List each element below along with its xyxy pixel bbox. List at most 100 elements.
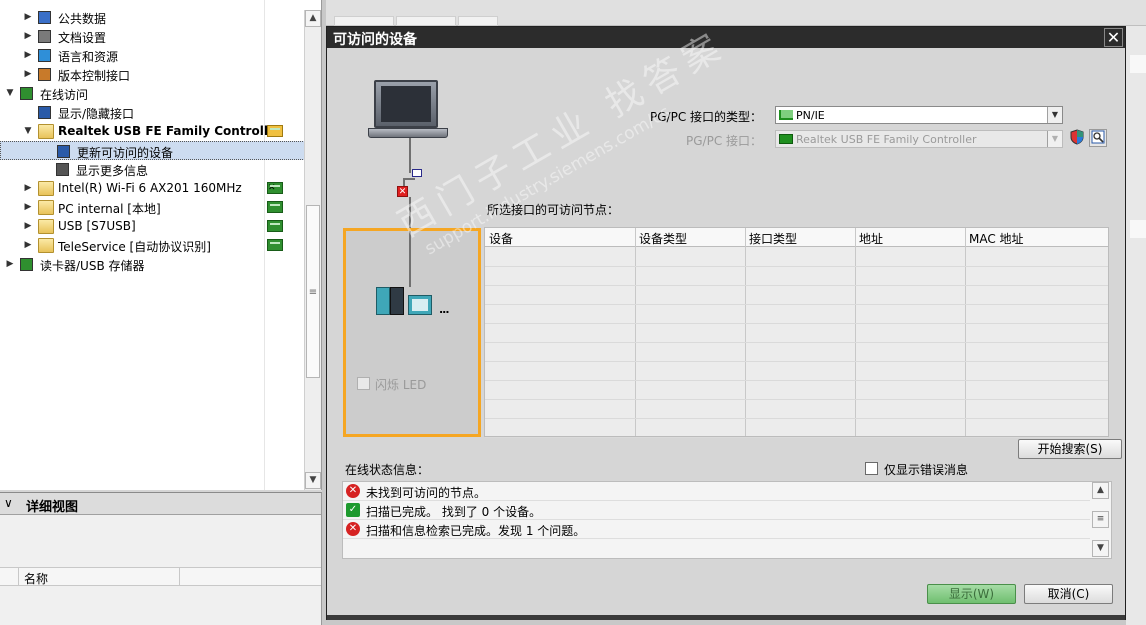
- table-column-header[interactable]: 设备: [489, 230, 513, 247]
- status-message-list[interactable]: ✕ 未找到可访问的节点。 ✓ 扫描已完成。 找到了 0 个设备。 ✕ 扫描和信息检索已完成…: [342, 481, 1112, 559]
- network-card-icon: [267, 201, 283, 213]
- table-column-header[interactable]: 设备类型: [639, 230, 687, 247]
- dialog-title-bar[interactable]: 可访问的设备 ✕: [327, 27, 1125, 48]
- wrench-icon: [38, 106, 51, 119]
- chevron-right-icon[interactable]: ▶: [22, 68, 34, 80]
- network-card-icon: [267, 220, 283, 232]
- pgpc-interface-label: PG/PC 接口：: [686, 134, 763, 148]
- tree-item[interactable]: ▶ 公共数据: [0, 8, 305, 27]
- tree-item[interactable]: ▶ 语言和资源: [0, 46, 305, 65]
- chevron-down-icon[interactable]: ▼: [4, 87, 16, 99]
- show-errors-only-checkbox[interactable]: [865, 462, 878, 475]
- plc-cpu-icon: [390, 287, 404, 315]
- status-message[interactable]: ✕ 扫描和信息检索已完成。发现 1 个问题。: [343, 520, 1090, 539]
- tree-item[interactable]: ▶ 读卡器/USB 存储器: [0, 255, 305, 274]
- pgpc-interface-type-label: PG/PC 接口的类型：: [650, 110, 763, 124]
- pgpc-interface-value: Realtek USB FE Family Controller: [796, 133, 977, 146]
- tree-item[interactable]: ▶ PC internal [本地]: [0, 198, 305, 217]
- table-column-header[interactable]: 地址: [859, 230, 883, 247]
- accessible-devices-dialog: 可访问的设备 ✕ ✕ ... 闪烁 LED PG/PC 接口的类型： PN/IE…: [326, 24, 1126, 620]
- tree-item[interactable]: ▶ TeleService [自动协议识别]: [0, 236, 305, 255]
- network-topology: ✕ ... 闪烁 LED: [341, 75, 501, 440]
- scroll-thumb[interactable]: ≡: [306, 205, 320, 378]
- chevron-down-icon[interactable]: ∨: [4, 496, 13, 510]
- status-scrollbar[interactable]: ▲ ≡ ▼: [1091, 482, 1111, 558]
- tree-item[interactable]: 更新可访问的设备: [0, 141, 305, 160]
- shield-icon[interactable]: [1068, 129, 1086, 147]
- tree-item[interactable]: ▼ 在线访问: [0, 84, 305, 103]
- hmi-panel-icon: [408, 295, 432, 315]
- tree-item[interactable]: ▶ USB [S7USB]: [0, 217, 305, 236]
- table-column-separator: [965, 228, 966, 436]
- flash-led-label: 闪烁 LED: [375, 378, 427, 392]
- tree-item[interactable]: 显示/隐藏接口: [0, 103, 305, 122]
- tree-item[interactable]: ▶ 版本控制接口: [0, 65, 305, 84]
- tree-item-label: Realtek USB FE Family Controller: [58, 124, 283, 138]
- chevron-right-icon[interactable]: ▶: [22, 201, 34, 213]
- close-icon[interactable]: ✕: [1104, 28, 1123, 47]
- table-row: [485, 380, 1108, 381]
- tree-item-label: 显示/隐藏接口: [58, 107, 135, 121]
- chevron-right-icon[interactable]: ▶: [22, 182, 34, 194]
- network-cable: [409, 231, 411, 287]
- details-table-header: 名称: [0, 567, 321, 586]
- scroll-thumb[interactable]: ≡: [1092, 511, 1109, 528]
- pgpc-interface-type-select[interactable]: PN/IE ▼: [775, 106, 1063, 124]
- tree-item[interactable]: 显示更多信息: [0, 160, 305, 179]
- folder-icon: [38, 238, 54, 253]
- table-row: [485, 266, 1108, 267]
- details-view-header[interactable]: ∨ 详细视图: [0, 493, 321, 515]
- update-devices-icon: [57, 145, 70, 158]
- column-header-name[interactable]: 名称: [24, 570, 48, 587]
- status-message[interactable]: ✓ 扫描已完成。 找到了 0 个设备。: [343, 501, 1090, 520]
- scroll-up-button[interactable]: ▲: [1092, 482, 1109, 499]
- tree-item[interactable]: ▶ 文档设置: [0, 27, 305, 46]
- network-card-icon: [779, 134, 793, 144]
- table-row: [485, 437, 1108, 438]
- table-row: [485, 323, 1108, 324]
- cancel-button[interactable]: 取消(C): [1024, 584, 1113, 604]
- display-button[interactable]: 显示(W): [927, 584, 1016, 604]
- chevron-right-icon[interactable]: ▶: [22, 11, 34, 23]
- tree-item-label: 语言和资源: [58, 50, 119, 64]
- dialog-title: 可访问的设备: [333, 32, 417, 48]
- tree-item[interactable]: ▼ Realtek USB FE Family Controller: [0, 122, 305, 141]
- scroll-up-button[interactable]: ▲: [305, 10, 321, 27]
- table-row: [485, 361, 1108, 362]
- chevron-down-icon[interactable]: ▼: [22, 125, 34, 137]
- chevron-down-icon[interactable]: ▼: [1047, 131, 1062, 147]
- chevron-right-icon[interactable]: ▶: [4, 258, 16, 270]
- tree-scrollbar[interactable]: ▲ ≡ ▼: [304, 10, 321, 490]
- status-message-text: 扫描和信息检索已完成。发现 1 个问题。: [366, 524, 586, 538]
- table-row: [485, 418, 1108, 419]
- language-icon: [38, 49, 51, 62]
- chevron-right-icon[interactable]: ▶: [22, 220, 34, 232]
- status-message-text: 扫描已完成。 找到了 0 个设备。: [366, 505, 542, 519]
- background-toolbar: [326, 0, 1146, 26]
- table-column-separator: [635, 228, 636, 436]
- background-marker: [1130, 220, 1146, 238]
- chevron-down-icon[interactable]: ▼: [1047, 107, 1062, 123]
- scroll-down-button[interactable]: ▼: [1092, 540, 1109, 557]
- start-search-button[interactable]: 开始搜索(S): [1018, 439, 1122, 459]
- details-view-title: 详细视图: [26, 500, 79, 515]
- chevron-right-icon[interactable]: ▶: [22, 30, 34, 42]
- chevron-right-icon[interactable]: ▶: [22, 49, 34, 61]
- accessible-nodes-table[interactable]: 设备 设备类型 接口类型 地址 MAC 地址: [484, 227, 1109, 438]
- tree-item-label: 在线访问: [40, 88, 89, 102]
- pgpc-interface-select[interactable]: Realtek USB FE Family Controller ▼: [775, 130, 1063, 148]
- flash-led-checkbox[interactable]: [357, 377, 370, 390]
- pn-ie-icon: [779, 110, 793, 120]
- table-column-header[interactable]: 接口类型: [749, 230, 797, 247]
- pg-pc-laptop-icon: [374, 80, 438, 128]
- table-column-header[interactable]: MAC 地址: [969, 230, 1024, 247]
- scroll-down-button[interactable]: ▼: [305, 472, 321, 489]
- status-message[interactable]: ✕ 未找到可访问的节点。: [343, 482, 1090, 501]
- properties-icon[interactable]: [1089, 129, 1107, 147]
- chevron-right-icon[interactable]: ▶: [22, 239, 34, 251]
- online-status-caption: 在线状态信息：: [345, 463, 430, 477]
- tree-item[interactable]: ▶ Intel(R) Wi-Fi 6 AX201 160MHz ✕: [0, 179, 305, 198]
- connector-icon: [412, 169, 422, 177]
- plc-module-icon: [376, 287, 390, 315]
- table-column-separator: [745, 228, 746, 436]
